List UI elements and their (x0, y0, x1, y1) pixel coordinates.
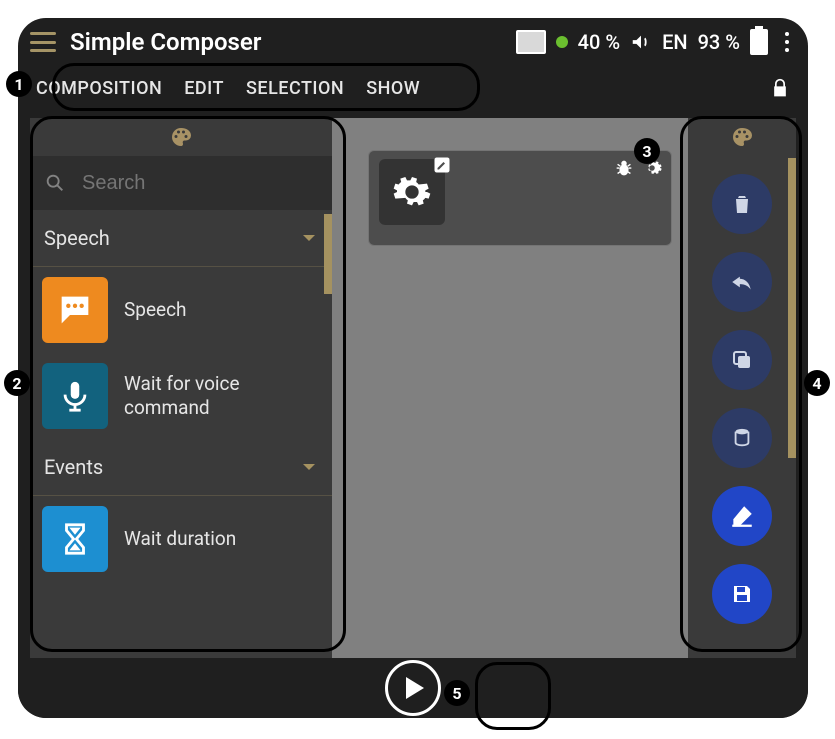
category-events-label: Events (44, 455, 103, 479)
block-speech[interactable]: Speech (30, 267, 332, 353)
block-wait-duration-label: Wait duration (124, 527, 236, 551)
block-speech-label: Speech (124, 298, 187, 322)
callout-3: 3 (634, 138, 660, 164)
menu-selection[interactable]: SELECTION (246, 78, 344, 99)
chevron-down-icon (300, 458, 318, 476)
menu-bar: COMPOSITION EDIT SELECTION SHOW (18, 66, 808, 110)
block-palette-panel: Speech Speech Wait for voice command (30, 118, 332, 658)
speech-bubble-icon (42, 277, 108, 343)
menu-edit[interactable]: EDIT (184, 78, 224, 99)
volume-icon[interactable] (630, 31, 652, 53)
search-icon (44, 172, 66, 194)
block-wait-duration[interactable]: Wait duration (30, 496, 332, 582)
menu-hamburger-icon[interactable] (30, 32, 56, 52)
save-button[interactable] (712, 564, 772, 624)
hourglass-icon (42, 506, 108, 572)
status-dot-icon (556, 36, 568, 48)
app-window: Simple Composer 40 % EN 93 % COMPOSITION… (18, 18, 808, 718)
category-speech[interactable]: Speech (30, 210, 332, 267)
search-input[interactable] (80, 171, 349, 196)
palette-scrollbar[interactable] (324, 214, 332, 294)
callout-2: 2 (4, 370, 30, 396)
paste-button[interactable] (712, 408, 772, 468)
edit-badge-icon[interactable] (433, 156, 451, 174)
copy-button[interactable] (712, 330, 772, 390)
bug-icon[interactable] (613, 157, 635, 179)
palette-header (30, 118, 332, 156)
delete-button[interactable] (712, 174, 772, 234)
more-icon[interactable] (778, 30, 796, 54)
actions-header (688, 118, 796, 156)
app-title: Simple Composer (70, 28, 261, 56)
menu-show[interactable]: SHOW (366, 78, 420, 99)
play-icon (406, 677, 424, 699)
category-events[interactable]: Events (30, 439, 332, 496)
actions-panel (688, 118, 796, 658)
search-bar[interactable] (30, 156, 332, 210)
palette-body: Speech Speech Wait for voice command (30, 210, 332, 658)
main-area: Speech Speech Wait for voice command (30, 118, 796, 658)
battery-value: 93 % (698, 30, 740, 54)
battery-icon (750, 29, 768, 55)
block-wait-voice-label: Wait for voice command (124, 372, 320, 420)
play-button[interactable] (385, 660, 441, 716)
language-value[interactable]: EN (662, 30, 688, 54)
canvas-node[interactable] (368, 150, 672, 246)
status-bar: Simple Composer 40 % EN 93 % (18, 18, 808, 66)
erase-button[interactable] (712, 486, 772, 546)
chevron-down-icon (300, 229, 318, 247)
palette-icon (169, 125, 193, 149)
lock-icon[interactable] (770, 76, 790, 100)
menu-composition[interactable]: COMPOSITION (36, 78, 162, 99)
callout-4: 4 (804, 370, 830, 396)
block-wait-voice[interactable]: Wait for voice command (30, 353, 332, 439)
palette-icon (730, 125, 754, 149)
display-indicator-icon (516, 30, 546, 54)
microphone-icon (42, 363, 108, 429)
actions-scrollbar[interactable] (788, 158, 796, 458)
undo-button[interactable] (712, 252, 772, 312)
category-speech-label: Speech (44, 226, 110, 250)
callout-1: 1 (6, 71, 32, 97)
brightness-value: 40 % (578, 30, 620, 54)
bottom-bar (18, 658, 808, 718)
callout-5: 5 (444, 680, 470, 706)
